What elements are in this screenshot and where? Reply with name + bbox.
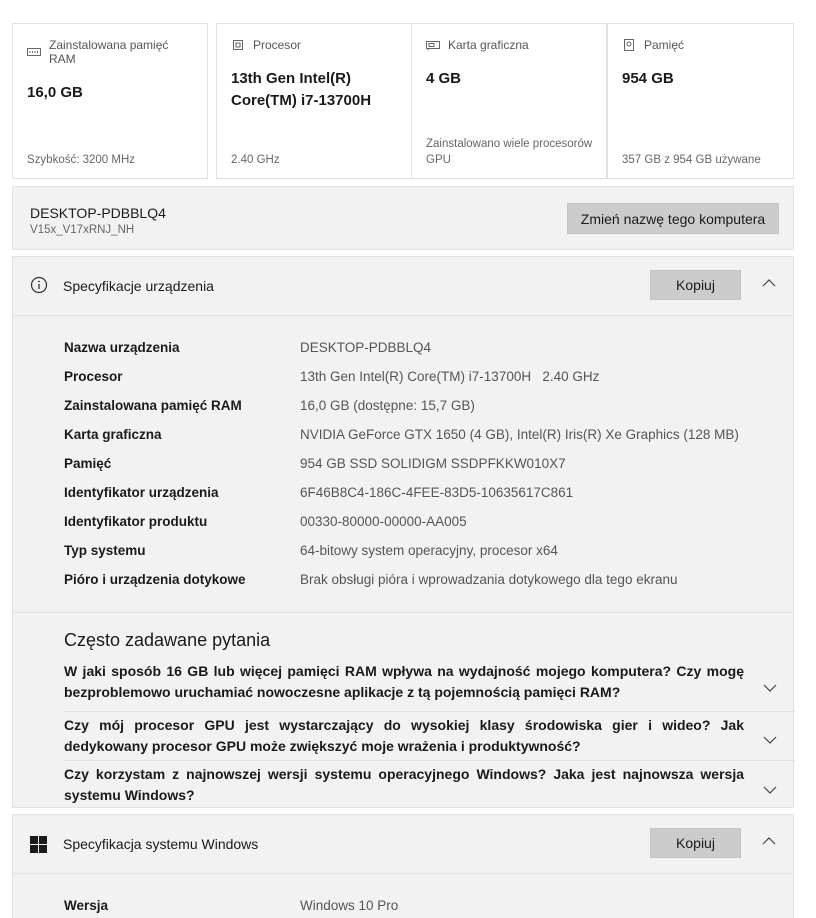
info-icon <box>29 275 49 295</box>
card-label: Pamięć <box>644 38 685 52</box>
spec-value: Brak obsługi pióra i wprowadzania dotyko… <box>300 572 678 587</box>
faq-question: Czy mój procesor GPU jest wystarczający … <box>64 717 744 754</box>
windows-specs-body: Wersja Windows 10 Pro <box>13 873 793 918</box>
faq-divider <box>64 760 795 761</box>
card-value: 4 GB <box>426 70 462 87</box>
spec-value: 6F46B8C4-186C-4FEE-83D5-10635617C861 <box>300 485 574 500</box>
storage-icon <box>622 39 636 51</box>
spec-key: Karta graficzna <box>64 427 162 442</box>
spec-key: Pamięć <box>64 456 112 471</box>
faq-question: W jaki sposób 16 GB lub więcej pamięci R… <box>64 663 744 700</box>
card-subtext: 2.40 GHz <box>231 154 280 166</box>
faq-question: Czy korzystam z najnowszej wersji system… <box>64 766 744 803</box>
device-specs-header[interactable]: Specyfikacje urządzenia Kopiuj <box>13 257 793 315</box>
spec-key: Procesor <box>64 369 123 384</box>
faq-item[interactable]: Czy mój procesor GPU jest wystarczający … <box>64 715 784 757</box>
spec-row: Identyfikator urządzenia 6F46B8C4-186C-4F… <box>64 485 784 505</box>
pc-name-panel: DESKTOP-PDBBLQ4 V15x_V17xRNJ_NH Zmień na… <box>12 186 794 250</box>
card-label: Zainstalowana pamięć RAM <box>49 38 169 66</box>
copy-windows-specs-button[interactable]: Kopiuj <box>650 828 741 858</box>
faq-item[interactable]: Czy korzystam z najnowszej wersji system… <box>64 764 784 806</box>
spec-value: Windows 10 Pro <box>300 898 399 913</box>
spec-value: 13th Gen Intel(R) Core(TM) i7-13700H 2.4… <box>300 369 600 384</box>
card-value: 13th Gen Intel(R) Core(TM) i7-13700H <box>231 70 372 109</box>
ram-icon <box>27 46 41 58</box>
graphics-card-icon <box>426 39 440 51</box>
spec-value: 00330-80000-00000-AA005 <box>300 514 467 529</box>
faq-item[interactable]: W jaki sposób 16 GB lub więcej pamięci R… <box>64 661 784 703</box>
spec-key: Typ systemu <box>64 543 146 558</box>
card-value: 16,0 GB <box>27 84 83 101</box>
copy-device-specs-button[interactable]: Kopiuj <box>650 270 741 300</box>
card-subtext: Zainstalowano wiele procesorów GPU <box>426 138 593 166</box>
spec-value: NVIDIA GeForce GTX 1650 (4 GB), Intel(R)… <box>300 427 739 442</box>
spec-value: 64-bitowy system operacyjny, procesor x6… <box>300 543 558 558</box>
chevron-down-icon[interactable] <box>762 732 778 748</box>
card-subtext: Szybkość: 3200 MHz <box>27 154 136 166</box>
rename-pc-button[interactable]: Zmień nazwę tego komputera <box>567 203 779 234</box>
chevron-up-icon[interactable] <box>761 275 777 291</box>
device-specs-body: Nazwa urządzenia DESKTOP-PDBBLQ4 Procesor… <box>13 315 795 809</box>
spec-row: Pamięć 954 GB SSD SOLIDIGM SSDPFKKW010X7 <box>64 456 784 476</box>
card-value: 954 GB <box>622 70 674 87</box>
faq-divider <box>64 711 795 712</box>
card-processor: Procesor 13th Gen Intel(R) Core(TM) i7-1… <box>216 23 412 179</box>
spec-key: Nazwa urządzenia <box>64 340 180 355</box>
spec-key: Wersja <box>64 898 109 913</box>
spec-key: Identyfikator produktu <box>64 514 208 529</box>
windows-specs-title: Specyfikacja systemu Windows <box>63 836 259 852</box>
device-specs-section: Specyfikacje urządzenia Kopiuj Nazwa urz… <box>12 256 795 809</box>
spec-row: Pióro i urządzenia dotykowe Brak obsługi … <box>64 572 784 592</box>
card-graphics: Karta graficzna 4 GB Zainstalowano wiele… <box>411 23 607 179</box>
spec-row: Zainstalowana pamięć RAM 16,0 GB (dostępn… <box>64 398 784 418</box>
card-subtext: 357 GB z 954 GB używane <box>622 154 761 166</box>
spec-key: Pióro i urządzenia dotykowe <box>64 572 246 587</box>
spec-value: 16,0 GB (dostępne: 15,7 GB) <box>300 398 475 413</box>
card-label: Procesor <box>253 38 302 52</box>
windows-specs-header[interactable]: Specyfikacja systemu Windows Kopiuj <box>13 815 793 873</box>
spec-row: Typ systemu 64-bitowy system operacyjny, … <box>64 543 784 563</box>
card-ram: Zainstalowana pamięć RAM 16,0 GB Szybkoś… <box>12 23 208 179</box>
spec-row: Nazwa urządzenia DESKTOP-PDBBLQ4 <box>64 340 784 360</box>
chevron-up-icon[interactable] <box>761 833 777 849</box>
spec-value: 954 GB SSD SOLIDIGM SSDPFKKW010X7 <box>300 456 566 471</box>
spec-row: Identyfikator produktu 00330-80000-00000-… <box>64 514 784 534</box>
processor-icon <box>231 39 245 51</box>
card-storage: Pamięć 954 GB 357 GB z 954 GB używane <box>607 23 794 179</box>
spec-key: Zainstalowana pamięć RAM <box>64 398 242 413</box>
faq-title: Często zadawane pytania <box>64 630 271 650</box>
device-specs-title: Specyfikacje urządzenia <box>63 278 214 294</box>
spec-value: DESKTOP-PDBBLQ4 <box>300 340 432 355</box>
pc-model: V15x_V17xRNJ_NH <box>30 224 135 236</box>
windows-logo-icon <box>30 836 47 853</box>
card-label: Karta graficzna <box>448 38 529 52</box>
spec-row: Karta graficzna NVIDIA GeForce GTX 1650 (… <box>64 427 784 447</box>
pc-name: DESKTOP-PDBBLQ4 <box>30 205 166 221</box>
windows-specs-section: Specyfikacja systemu Windows Kopiuj Wers… <box>12 814 794 918</box>
spec-key: Identyfikator urządzenia <box>64 485 219 500</box>
spec-row: Procesor 13th Gen Intel(R) Core(TM) i7-13… <box>64 369 784 389</box>
chevron-down-icon[interactable] <box>762 782 778 798</box>
divider <box>13 612 793 613</box>
spec-row: Wersja Windows 10 Pro <box>64 898 784 918</box>
chevron-down-icon[interactable] <box>762 680 778 696</box>
